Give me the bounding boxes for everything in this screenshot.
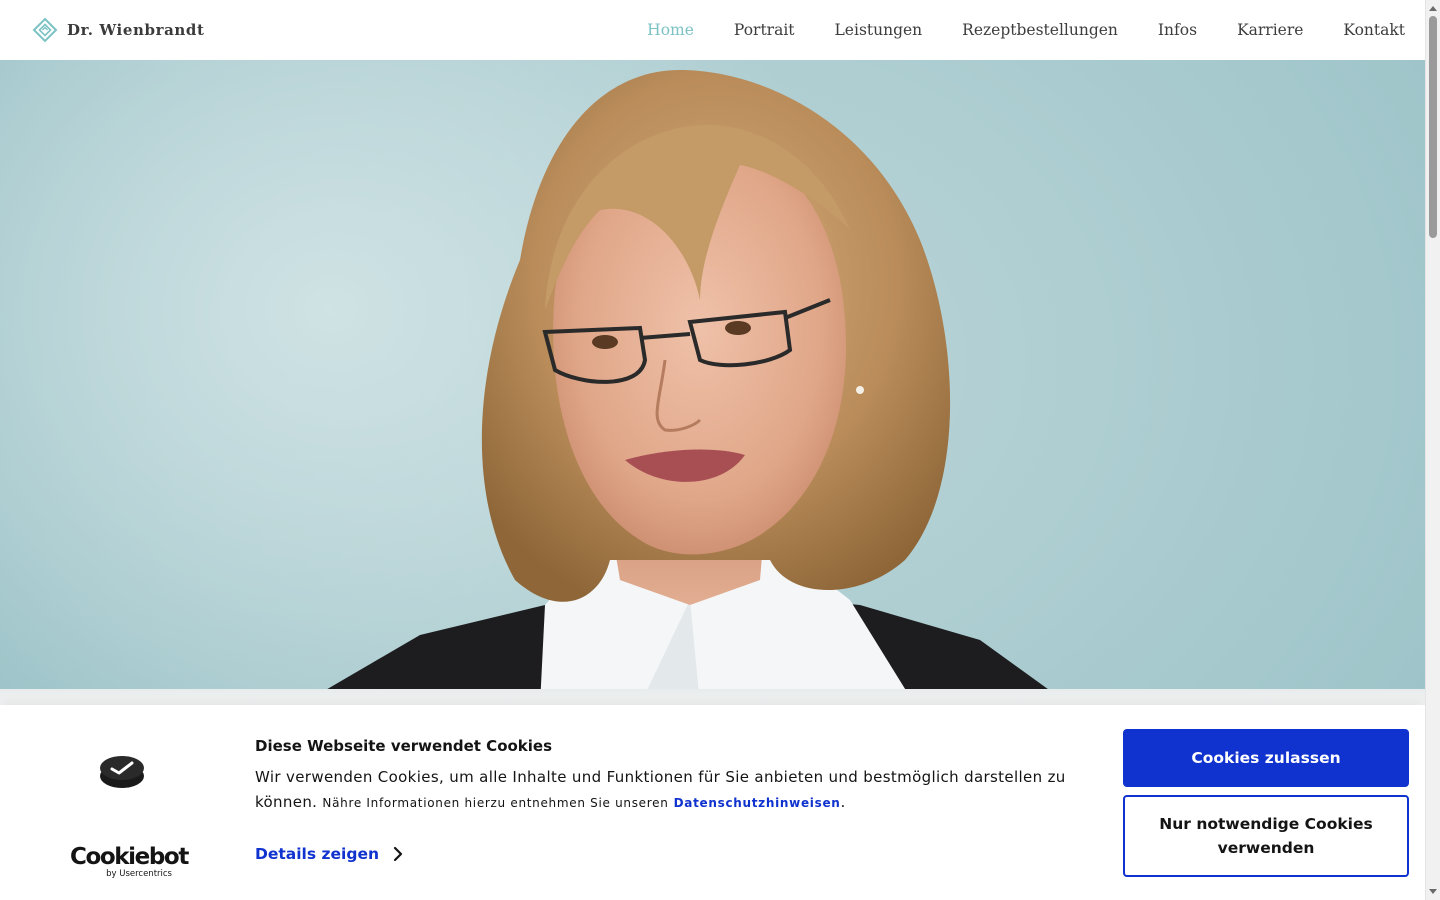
details-toggle[interactable]: Details zeigen — [255, 845, 403, 863]
hero-section — [0, 60, 1425, 705]
nav-item-rezeptbestellungen[interactable]: Rezeptbestellungen — [962, 21, 1118, 39]
nav-item-leistungen[interactable]: Leistungen — [835, 21, 923, 39]
privacy-link[interactable]: Datenschutzhinweisen — [674, 796, 841, 810]
allow-cookies-button[interactable]: Cookies zulassen — [1123, 729, 1409, 787]
cookiebot-wordmark-sub: by Usercentrics — [106, 869, 172, 879]
diamond-logo-icon — [32, 17, 58, 43]
scroll-up-arrow-icon[interactable] — [1429, 6, 1437, 11]
cookiebot-wordmark-main: Cookiebot — [70, 844, 189, 870]
nav-item-portrait[interactable]: Portrait — [734, 21, 795, 39]
nav-item-kontakt[interactable]: Kontakt — [1343, 21, 1405, 39]
brand-name: Dr. Wienbrandt — [67, 21, 205, 39]
cookiebot-logo-icon — [100, 756, 144, 788]
details-label: Details zeigen — [255, 845, 379, 863]
cookiebot-wordmark: Cookiebot by Usercentrics — [70, 844, 189, 879]
cookie-text-small: Nähre Informationen hierzu entnehmen Sie… — [322, 796, 669, 810]
site-header: Dr. Wienbrandt Home Portrait Leistungen … — [0, 0, 1425, 60]
portrait-photo — [300, 70, 1070, 705]
scroll-thumb[interactable] — [1429, 16, 1437, 238]
cookie-banner-title: Diese Webseite verwendet Cookies — [255, 737, 553, 755]
nav-item-home[interactable]: Home — [647, 21, 694, 39]
page-scrollbar[interactable] — [1425, 0, 1440, 900]
necessary-cookies-button[interactable]: Nur notwendige Cookies verwenden — [1123, 795, 1409, 877]
main-nav: Home Portrait Leistungen Rezeptbestellun… — [647, 21, 1405, 39]
cookie-banner-text: Wir verwenden Cookies, um alle Inhalte u… — [255, 765, 1095, 816]
nav-item-infos[interactable]: Infos — [1158, 21, 1197, 39]
cookie-text-end: . — [840, 793, 846, 811]
cookie-banner: Cookiebot by Usercentrics Diese Webseite… — [0, 705, 1425, 900]
chevron-right-icon — [393, 846, 403, 862]
scroll-down-arrow-icon[interactable] — [1429, 889, 1437, 894]
brand[interactable]: Dr. Wienbrandt — [32, 17, 205, 43]
nav-item-karriere[interactable]: Karriere — [1237, 21, 1303, 39]
hero-bottom-strip — [0, 689, 1425, 705]
